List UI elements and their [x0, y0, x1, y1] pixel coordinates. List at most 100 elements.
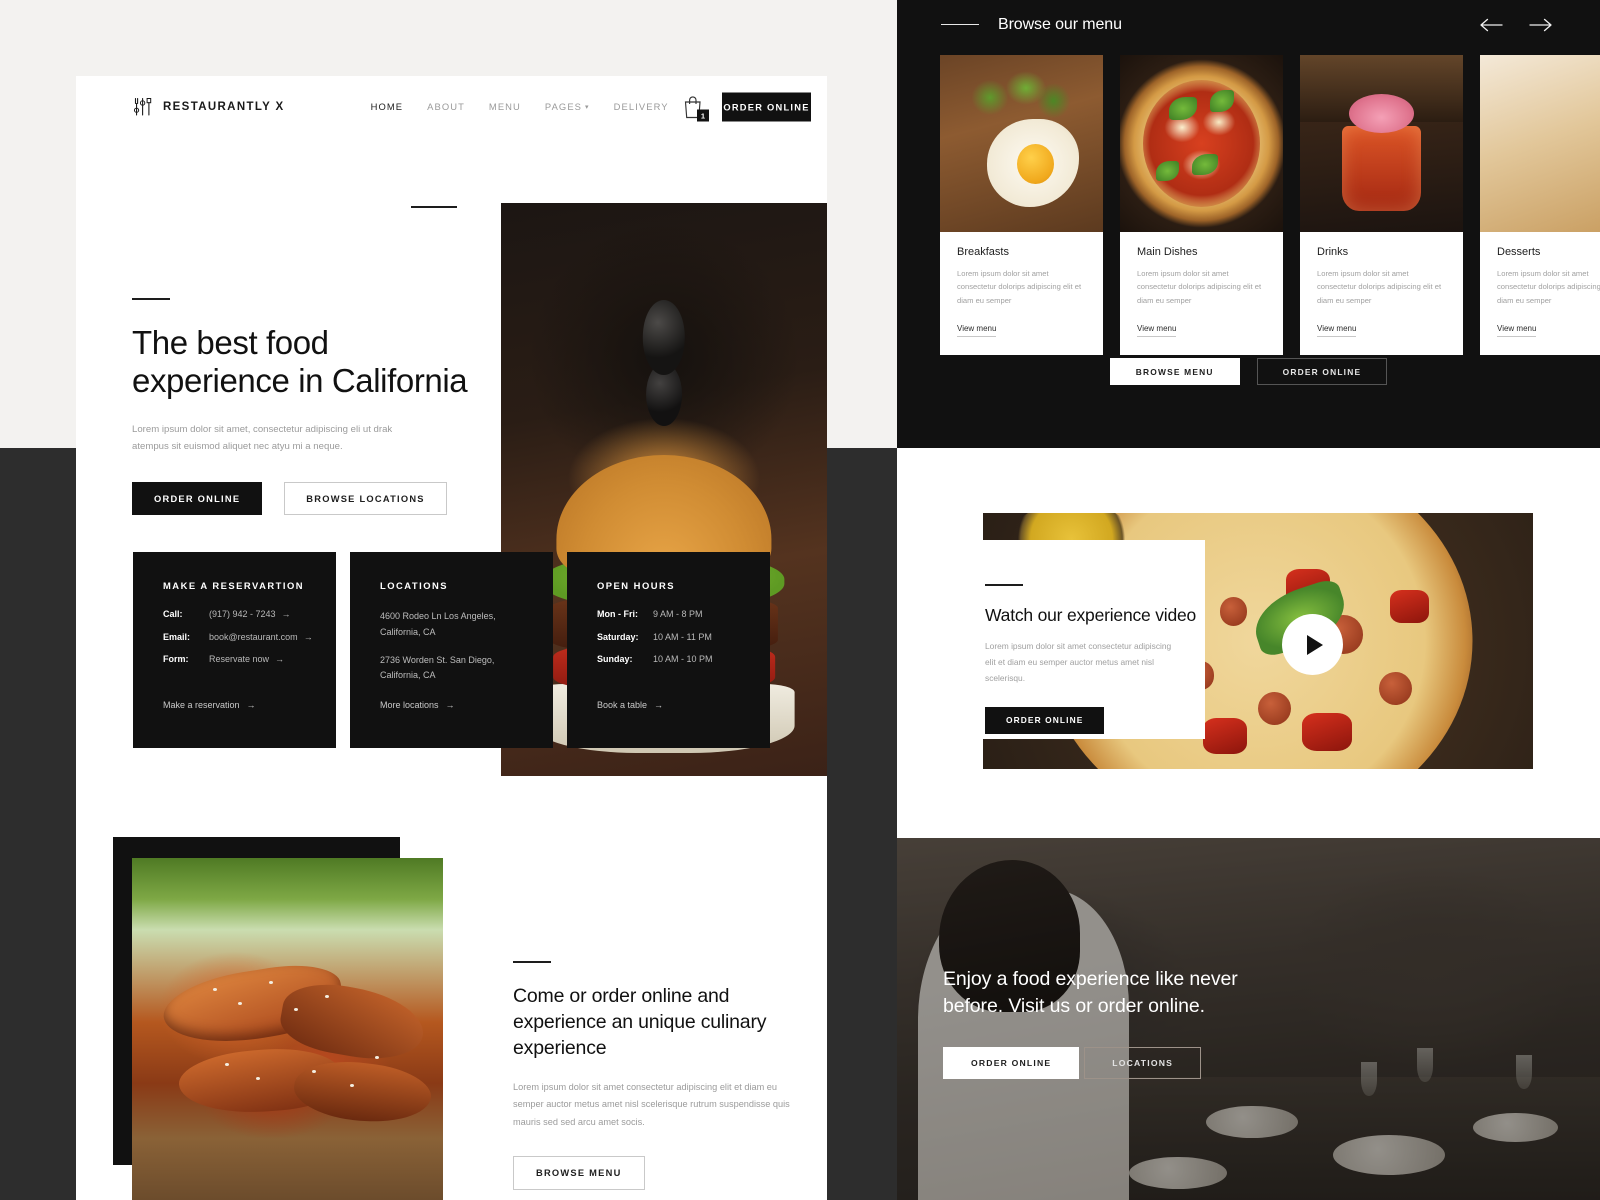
hero-subtitle: Lorem ipsum dolor sit amet, consectetur …	[132, 423, 393, 453]
more-locations-link[interactable]: More locations →	[380, 700, 455, 710]
hero-title: The best food experience in California	[132, 324, 468, 400]
location-address-1: 4600 Rodeo Ln Los Angeles, California, C…	[380, 611, 496, 637]
browse-menu-title: Browse our menu	[998, 15, 1122, 33]
hours-row-saturday: Saturday: 10 AM - 11 PM	[597, 631, 712, 642]
menu-card-image	[1300, 55, 1463, 232]
menu-category-cards: Breakfasts Lorem ipsum dolor sit amet co…	[940, 55, 1600, 355]
nav-item-about[interactable]: ABOUT	[427, 101, 465, 114]
brand-logo[interactable]: RESTAURANTLY X	[132, 96, 285, 118]
chevron-down-icon: ▾	[585, 103, 590, 111]
menu-card-text: Lorem ipsum dolor sit amet consectetur d…	[1317, 269, 1442, 305]
site-header: RESTAURANTLY X HOME ABOUT MENU PAGES ▾ DE…	[76, 76, 827, 138]
video-rule	[985, 584, 1023, 586]
order-online-button-hero[interactable]: ORDER ONLINE	[132, 482, 263, 515]
cart-button[interactable]: 1	[681, 94, 709, 122]
arrow-right-icon: →	[246, 700, 256, 710]
make-a-reservation-link[interactable]: Make a reservation →	[163, 700, 256, 710]
order-online-button-panel[interactable]: ORDER ONLINE	[1256, 358, 1388, 385]
menu-card-main-dishes[interactable]: Main Dishes Lorem ipsum dolor sit amet c…	[1120, 55, 1283, 355]
menu-card-text: Lorem ipsum dolor sit amet consectetur d…	[957, 269, 1082, 305]
menu-card-text: Lorem ipsum dolor sit amet consectetur d…	[1497, 269, 1600, 305]
menu-card-breakfasts[interactable]: Breakfasts Lorem ipsum dolor sit amet co…	[940, 55, 1103, 355]
feature-image	[132, 858, 443, 1200]
hero-actions: ORDER ONLINE BROWSE LOCATIONS	[132, 482, 502, 515]
reservation-row-call: Call: (917) 942 - 7243 →	[163, 609, 291, 619]
brand-name: RESTAURANTLY X	[163, 101, 285, 113]
browse-menu-button-panel[interactable]: BROWSE MENU	[1109, 358, 1240, 385]
nav-item-home[interactable]: HOME	[371, 101, 404, 114]
feature-section: Come or order online and experience an u…	[76, 832, 827, 1200]
view-menu-link[interactable]: View menu	[1317, 323, 1357, 337]
browse-menu-button-feature[interactable]: BROWSE MENU	[513, 1156, 645, 1191]
header-actions: 1 ORDER ONLINE	[681, 92, 811, 122]
locations-button-cta[interactable]: LOCATIONS	[1084, 1047, 1202, 1080]
order-online-button-cta[interactable]: ORDER ONLINE	[943, 1047, 1080, 1080]
menu-panel-actions: BROWSE MENU ORDER ONLINE	[897, 358, 1600, 385]
nav-item-delivery[interactable]: DELIVERY	[614, 101, 669, 114]
reservation-card: MAKE A RESERVARTION Call: (917) 942 - 72…	[133, 552, 336, 748]
reservation-row-email: Email: book@restaurant.com →	[163, 631, 313, 642]
view-menu-link[interactable]: View menu	[1497, 323, 1537, 337]
menu-header-rule	[941, 23, 979, 26]
cta-actions: ORDER ONLINE LOCATIONS	[943, 1047, 1483, 1080]
cta-title: Enjoy a food experience like never befor…	[943, 968, 1238, 1017]
arrow-right-icon: →	[275, 654, 285, 665]
cta-panel: Enjoy a food experience like never befor…	[897, 838, 1600, 1200]
video-copy-overlay: Watch our experience video Lorem ipsum d…	[941, 540, 1205, 739]
hours-row-sunday: Sunday: 10 AM - 10 PM	[597, 654, 713, 665]
location-address-2: 2736 Worden St. San Diego, California, C…	[380, 654, 495, 681]
menu-card-image	[1120, 55, 1283, 232]
info-cards: MAKE A RESERVARTION Call: (917) 942 - 72…	[133, 552, 770, 748]
arrow-right-icon: →	[303, 631, 313, 642]
video-subtitle: Lorem ipsum dolor sit amet consectetur a…	[985, 641, 1172, 683]
arrow-right-icon: →	[281, 609, 291, 619]
view-menu-link[interactable]: View menu	[957, 323, 997, 337]
open-hours-card: OPEN HOURS Mon - Fri: 9 AM - 8 PM Saturd…	[567, 552, 770, 748]
nav-item-menu[interactable]: MENU	[489, 101, 521, 114]
locations-card: LOCATIONS 4600 Rodeo Ln Los Angeles, Cal…	[350, 552, 553, 748]
browse-menu-header: Browse our menu	[897, 0, 1600, 49]
feature-subtitle: Lorem ipsum dolor sit amet consectetur a…	[513, 1081, 790, 1127]
browse-menu-panel: Browse our menu Breakfasts Lorem ipsum d…	[897, 0, 1600, 448]
view-menu-link[interactable]: View menu	[1137, 323, 1177, 337]
feature-title: Come or order online and experience an u…	[513, 985, 767, 1059]
carousel-arrows	[1478, 15, 1554, 35]
menu-card-image	[940, 55, 1103, 232]
order-online-button-header[interactable]: ORDER ONLINE	[722, 92, 811, 122]
hours-row-weekdays: Mon - Fri: 9 AM - 8 PM	[597, 609, 703, 619]
cta-copy: Enjoy a food experience like never befor…	[943, 966, 1483, 1080]
play-triangle	[1307, 634, 1323, 655]
cart-badge: 1	[697, 109, 709, 122]
arrow-right-icon[interactable]	[1528, 15, 1554, 35]
menu-card-title: Desserts	[1497, 246, 1541, 258]
feature-rule	[513, 961, 551, 963]
feature-copy: Come or order online and experience an u…	[513, 961, 803, 1191]
order-online-button-video[interactable]: ORDER ONLINE	[985, 706, 1105, 734]
locations-card-title: LOCATIONS	[380, 580, 449, 591]
screenshot-canvas: RESTAURANTLY X HOME ABOUT MENU PAGES ▾ DE…	[0, 0, 1600, 1200]
reservation-card-title: MAKE A RESERVARTION	[163, 580, 305, 591]
reservation-row-form: Form: Reservate now →	[163, 654, 285, 665]
menu-card-title: Main Dishes	[1137, 246, 1198, 258]
menu-card-title: Drinks	[1317, 246, 1349, 258]
main-nav: HOME ABOUT MENU PAGES ▾ DELIVERY	[371, 101, 669, 114]
menu-card-desserts[interactable]: Desserts Lorem ipsum dolor sit amet cons…	[1480, 55, 1600, 355]
hero-rule	[132, 298, 170, 300]
arrow-left-icon[interactable]	[1478, 15, 1504, 35]
arrow-right-icon: →	[445, 700, 455, 710]
nav-item-pages[interactable]: PAGES ▾	[545, 101, 590, 114]
open-hours-card-title: OPEN HOURS	[597, 580, 676, 591]
menu-card-title: Breakfasts	[957, 246, 1009, 258]
book-a-table-link[interactable]: Book a table →	[597, 700, 663, 710]
menu-card-text: Lorem ipsum dolor sit amet consectetur d…	[1137, 269, 1262, 305]
video-panel: Watch our experience video Lorem ipsum d…	[897, 448, 1600, 838]
menu-card-drinks[interactable]: Drinks Lorem ipsum dolor sit amet consec…	[1300, 55, 1463, 355]
video-title: Watch our experience video	[985, 605, 1197, 625]
play-icon[interactable]	[1282, 614, 1343, 675]
arrow-right-icon: →	[654, 700, 664, 710]
browse-locations-button[interactable]: BROWSE LOCATIONS	[284, 482, 447, 515]
cutlery-icon	[132, 96, 154, 118]
hero-copy: The best food experience in California L…	[132, 298, 502, 515]
menu-card-image	[1480, 55, 1600, 232]
home-page-preview: RESTAURANTLY X HOME ABOUT MENU PAGES ▾ DE…	[76, 76, 827, 1200]
